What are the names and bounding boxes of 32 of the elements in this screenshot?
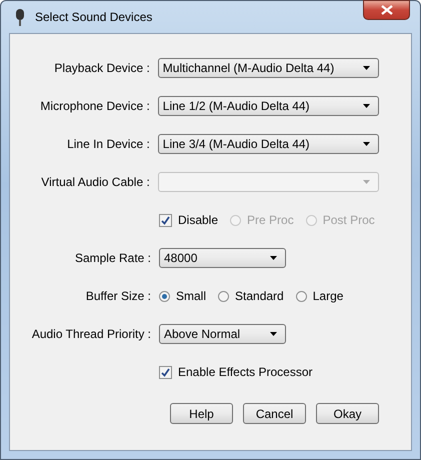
close-button[interactable] (363, 0, 410, 20)
dropdown[interactable]: Line 1/2 (M-Audio Delta 44) (158, 96, 379, 116)
field-label: Line In Device : (66, 137, 151, 151)
caret-icon (270, 256, 277, 260)
checkmark-icon (161, 368, 170, 376)
microphone-icon (15, 8, 25, 26)
radio-option[interactable]: Standard (218, 289, 284, 303)
caret-icon (363, 104, 370, 108)
radio-option[interactable]: Small (159, 289, 206, 303)
radio-option[interactable]: Large (296, 289, 344, 303)
dialog-button[interactable]: Cancel (243, 403, 306, 424)
caret-icon (363, 142, 370, 146)
caret-icon (363, 180, 370, 184)
field-label: Buffer Size : (84, 289, 152, 303)
dialog-button[interactable]: Help (170, 403, 233, 424)
caret-icon (363, 66, 370, 70)
field-label: Microphone Device : (39, 99, 151, 113)
field-label: Audio Thread Priority : (30, 327, 152, 341)
caret-icon (270, 332, 277, 336)
dialog-button[interactable]: Okay (316, 403, 379, 424)
checkmark-icon (161, 216, 170, 224)
window-title: Select Sound Devices (35, 10, 152, 24)
close-icon (380, 5, 392, 15)
field-label: Sample Rate : (74, 251, 152, 265)
dropdown[interactable]: Multichannel (M-Audio Delta 44) (158, 58, 379, 78)
field-label: Virtual Audio Cable : (40, 175, 151, 189)
dropdown[interactable]: 48000 (159, 248, 286, 268)
dropdown[interactable]: Above Normal (159, 324, 286, 344)
checkbox[interactable]: Disable (159, 213, 218, 227)
checkbox[interactable]: Enable Effects Processor (159, 365, 313, 379)
dropdown[interactable]: Line 3/4 (M-Audio Delta 44) (158, 134, 379, 154)
field-label: Playback Device : (53, 61, 151, 75)
